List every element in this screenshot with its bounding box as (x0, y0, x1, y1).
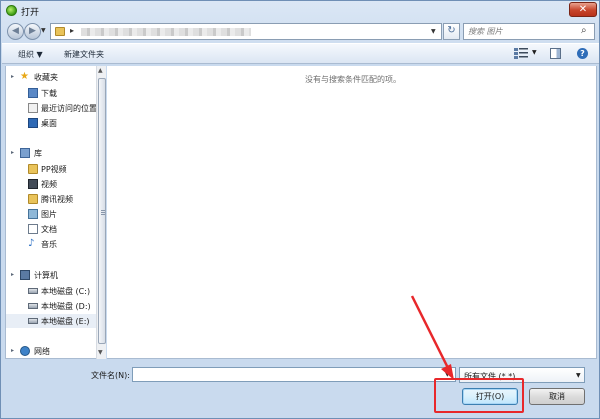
back-button[interactable]: ◀ (7, 23, 24, 40)
preview-pane-icon[interactable] (550, 48, 561, 59)
sidebar-group-label: 收藏夹 (34, 73, 58, 82)
collapse-caret-icon[interactable]: ▸ (11, 73, 14, 80)
sidebar-item-label: 音乐 (41, 240, 57, 249)
collapse-caret-icon[interactable]: ▸ (11, 149, 14, 156)
cancel-button[interactable]: 取消 (529, 388, 585, 405)
chevron-down-icon[interactable]: ▼ (576, 372, 581, 379)
folder-icon (28, 194, 38, 204)
desktop-icon (28, 118, 38, 128)
sidebar-item-label: 图片 (41, 210, 57, 219)
sidebar-item-label: PP视频 (41, 165, 67, 174)
organize-menu-button[interactable]: 组织 ▼ (18, 49, 43, 60)
sidebar-item-desktop[interactable]: 桌面 (6, 116, 97, 130)
navigation-pane-scrollbar[interactable]: ▲ ▼ (96, 66, 106, 359)
recent-places-icon (28, 103, 38, 113)
scroll-down-icon[interactable]: ▼ (98, 349, 103, 356)
file-type-select[interactable]: 所有文件 (*.*) ▼ (459, 367, 585, 383)
open-file-dialog: 打开 ✕ ◀ ▶ ▼ ▸ ▼ ↻ ⌕ 组织 ▼ 新建文件夹 ▼ ? ▸ ★ (0, 0, 600, 419)
forward-button[interactable]: ▶ (24, 23, 41, 40)
command-toolbar: 组织 ▼ 新建文件夹 ▼ ? (2, 43, 599, 64)
music-icon: ♪ (28, 238, 35, 249)
title-bar: 打开 ✕ (1, 1, 599, 21)
sidebar-item-pictures[interactable]: 图片 (6, 207, 97, 221)
recent-locations-dropdown-icon[interactable]: ▼ (41, 27, 46, 34)
search-box[interactable]: ⌕ (463, 23, 595, 40)
sidebar-item-drive-c[interactable]: 本地磁盘 (C:) (6, 284, 97, 298)
collapse-caret-icon[interactable]: ▸ (11, 347, 14, 354)
drive-icon (28, 288, 38, 294)
window-title: 打开 (21, 8, 40, 18)
breadcrumb-separator-icon[interactable]: ▸ (70, 26, 74, 35)
drive-icon (28, 303, 38, 309)
sidebar-group-favorites[interactable]: ▸ ★ 收藏夹 (6, 70, 97, 84)
pictures-icon (28, 209, 38, 219)
navigation-pane: ▸ ★ 收藏夹 下载 最近访问的位置 桌面 ▸ 库 PP视频 视频 腾讯视频 图… (5, 66, 97, 359)
sidebar-group-libraries[interactable]: ▸ 库 (6, 146, 97, 160)
sidebar-group-label: 计算机 (34, 271, 58, 280)
sidebar-item-recent-places[interactable]: 最近访问的位置 (6, 101, 97, 115)
sidebar-item-label: 桌面 (41, 119, 57, 128)
documents-icon (28, 224, 38, 234)
file-type-selected-value: 所有文件 (*.*) (464, 372, 516, 381)
sidebar-group-label: 库 (34, 149, 42, 158)
open-button[interactable]: 打开(O) (462, 388, 518, 405)
filename-label: 文件名(N): (91, 371, 130, 380)
sidebar-item-videos[interactable]: 视频 (6, 177, 97, 191)
sidebar-item-label: 最近访问的位置 (41, 104, 97, 113)
address-dropdown-icon[interactable]: ▼ (431, 28, 436, 35)
sidebar-item-label: 下载 (41, 89, 57, 98)
browser-app-icon (6, 5, 17, 16)
blurred-breadcrumb-path (81, 28, 251, 36)
sidebar-item-music[interactable]: ♪ 音乐 (6, 237, 97, 251)
view-options-icon[interactable] (514, 48, 528, 59)
scroll-up-icon[interactable]: ▲ (98, 67, 103, 74)
address-bar[interactable]: ▸ (50, 23, 442, 40)
sidebar-item-drive-e[interactable]: 本地磁盘 (E:) (6, 314, 97, 328)
filename-dropdown-icon[interactable]: ▼ (445, 371, 450, 378)
computer-icon (20, 270, 30, 280)
close-button[interactable]: ✕ (569, 2, 597, 17)
video-icon (28, 179, 38, 189)
scrollbar-grip-icon (101, 210, 105, 216)
sidebar-group-computer[interactable]: ▸ 计算机 (6, 268, 97, 282)
sidebar-item-label: 文档 (41, 225, 57, 234)
view-dropdown-icon[interactable]: ▼ (532, 49, 537, 56)
sidebar-item-label: 本地磁盘 (E:) (41, 317, 90, 326)
star-icon: ★ (20, 71, 29, 82)
search-icon[interactable]: ⌕ (581, 25, 587, 36)
folder-icon (28, 164, 38, 174)
file-list-view[interactable]: 没有与搜索条件匹配的项。 (107, 66, 597, 359)
sidebar-item-tencent-video[interactable]: 腾讯视频 (6, 192, 97, 206)
drive-icon (28, 318, 38, 324)
help-icon[interactable]: ? (577, 48, 588, 59)
folder-icon (55, 27, 65, 36)
sidebar-group-network[interactable]: ▸ 网络 (6, 344, 97, 358)
refresh-button[interactable]: ↻ (443, 23, 460, 40)
search-input[interactable] (468, 25, 576, 38)
sidebar-item-documents[interactable]: 文档 (6, 222, 97, 236)
sidebar-item-label: 本地磁盘 (C:) (41, 287, 91, 296)
download-folder-icon (28, 88, 38, 98)
sidebar-item-downloads[interactable]: 下载 (6, 86, 97, 100)
new-folder-button[interactable]: 新建文件夹 (64, 49, 104, 60)
navigation-buttons: ◀ ▶ (7, 22, 45, 40)
empty-results-message: 没有与搜索条件匹配的项。 (305, 75, 401, 84)
network-icon (20, 346, 30, 356)
sidebar-item-pp-video[interactable]: PP视频 (6, 162, 97, 176)
library-icon (20, 148, 30, 158)
sidebar-item-drive-d[interactable]: 本地磁盘 (D:) (6, 299, 97, 313)
sidebar-item-label: 腾讯视频 (41, 195, 73, 204)
sidebar-item-label: 本地磁盘 (D:) (41, 302, 91, 311)
sidebar-group-label: 网络 (34, 347, 50, 356)
collapse-caret-icon[interactable]: ▸ (11, 271, 14, 278)
filename-input[interactable] (132, 367, 456, 382)
sidebar-item-label: 视频 (41, 180, 57, 189)
scrollbar-thumb[interactable] (98, 78, 106, 344)
